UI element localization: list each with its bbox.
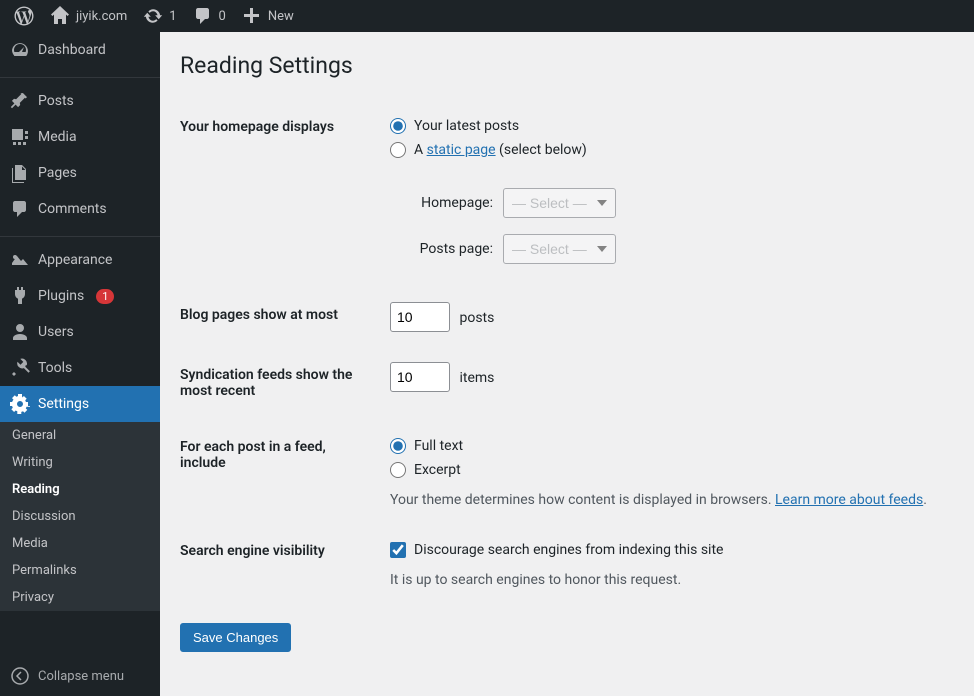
radio-full-text[interactable] <box>390 438 406 454</box>
appearance-icon <box>10 250 30 270</box>
pages-icon <box>10 163 30 183</box>
label-discourage-search: Discourage search engines from indexing … <box>414 542 723 558</box>
blog-pages-input[interactable] <box>390 302 450 332</box>
comments-icon <box>10 199 30 219</box>
settings-submenu: General Writing Reading Discussion Media… <box>0 422 160 611</box>
menu-label: Comments <box>38 201 107 217</box>
blog-pages-label: Blog pages show at most <box>180 287 380 347</box>
submenu-reading[interactable]: Reading <box>0 476 160 503</box>
menu-plugins[interactable]: Plugins 1 <box>0 278 160 314</box>
update-icon <box>143 6 163 26</box>
wordpress-icon <box>14 6 34 26</box>
feed-description: Your theme determines how content is dis… <box>390 492 944 508</box>
syndication-input[interactable] <box>390 362 450 392</box>
syndication-label: Syndication feeds show the most recent <box>180 347 380 419</box>
checkbox-discourage-search[interactable] <box>390 542 406 558</box>
menu-label: Pages <box>38 165 77 181</box>
syndication-suffix: items <box>459 370 494 386</box>
page-title: Reading Settings <box>180 52 954 79</box>
menu-label: Media <box>38 129 77 145</box>
homepage-select-label: Homepage: <box>408 195 493 211</box>
new-label-text: New <box>268 9 294 24</box>
menu-separator <box>0 232 160 237</box>
updates-link[interactable]: 1 <box>135 0 184 32</box>
save-changes-button[interactable]: Save Changes <box>180 623 291 652</box>
menu-dashboard[interactable]: Dashboard <box>0 32 160 68</box>
radio-latest-posts[interactable] <box>390 118 406 134</box>
label-full-text: Full text <box>414 438 463 454</box>
static-page-link[interactable]: static page <box>427 142 496 158</box>
menu-label: Users <box>38 324 74 340</box>
site-name-link[interactable]: jiyik.com <box>42 0 135 32</box>
label-static-page: A static page (select below) <box>414 142 587 158</box>
submenu-discussion[interactable]: Discussion <box>0 503 160 530</box>
menu-label: Dashboard <box>38 42 106 58</box>
pin-icon <box>10 91 30 111</box>
media-icon <box>10 127 30 147</box>
comment-icon <box>193 6 213 26</box>
menu-label: Plugins <box>38 288 84 304</box>
radio-static-page[interactable] <box>390 142 406 158</box>
submenu-permalinks[interactable]: Permalinks <box>0 557 160 584</box>
menu-media[interactable]: Media <box>0 119 160 155</box>
homepage-displays-label: Your homepage displays <box>180 99 380 287</box>
comments-link[interactable]: 0 <box>185 0 234 32</box>
menu-comments[interactable]: Comments <box>0 191 160 227</box>
menu-label: Settings <box>38 396 89 412</box>
users-icon <box>10 322 30 342</box>
settings-form-table: Your homepage displays Your latest posts… <box>180 99 954 603</box>
plugins-icon <box>10 286 30 306</box>
menu-label: Appearance <box>38 252 112 268</box>
learn-more-feeds-link[interactable]: Learn more about feeds <box>775 492 923 508</box>
blog-pages-suffix: posts <box>459 310 494 326</box>
home-icon <box>50 6 70 26</box>
menu-pages[interactable]: Pages <box>0 155 160 191</box>
postspage-select-label: Posts page: <box>408 241 493 257</box>
postspage-select[interactable]: — Select — <box>503 234 616 264</box>
updates-count-text: 1 <box>169 9 176 24</box>
plugins-update-badge: 1 <box>96 289 114 304</box>
menu-users[interactable]: Users <box>0 314 160 350</box>
label-latest-posts: Your latest posts <box>414 118 519 134</box>
menu-label: Tools <box>38 360 72 376</box>
submenu-media[interactable]: Media <box>0 530 160 557</box>
settings-icon <box>10 394 30 414</box>
submenu-privacy[interactable]: Privacy <box>0 584 160 611</box>
feed-content-label: For each post in a feed, include <box>180 419 380 523</box>
label-excerpt: Excerpt <box>414 462 461 478</box>
menu-separator <box>0 73 160 78</box>
menu-posts[interactable]: Posts <box>0 83 160 119</box>
wp-logo[interactable] <box>6 0 42 32</box>
main-content: Reading Settings Your homepage displays … <box>160 32 974 696</box>
new-content-link[interactable]: New <box>234 0 302 32</box>
radio-excerpt[interactable] <box>390 462 406 478</box>
dashboard-icon <box>10 40 30 60</box>
submenu-writing[interactable]: Writing <box>0 449 160 476</box>
menu-tools[interactable]: Tools <box>0 350 160 386</box>
tools-icon <box>10 358 30 378</box>
homepage-select[interactable]: — Select — <box>503 188 616 218</box>
admin-sidebar: Dashboard Posts Media Pages Comments App… <box>0 32 160 696</box>
comments-count-text: 0 <box>219 9 226 24</box>
collapse-menu-button[interactable]: Collapse menu <box>0 656 160 696</box>
plus-icon <box>242 6 262 26</box>
sev-label: Search engine visibility <box>180 523 380 603</box>
admin-bar: jiyik.com 1 0 New <box>0 0 974 32</box>
collapse-icon <box>10 666 30 686</box>
menu-settings[interactable]: Settings <box>0 386 160 422</box>
menu-label: Posts <box>38 93 74 109</box>
site-name-text: jiyik.com <box>76 9 127 24</box>
sev-description: It is up to search engines to honor this… <box>390 572 944 588</box>
menu-appearance[interactable]: Appearance <box>0 242 160 278</box>
submenu-general[interactable]: General <box>0 422 160 449</box>
collapse-label: Collapse menu <box>38 669 124 684</box>
